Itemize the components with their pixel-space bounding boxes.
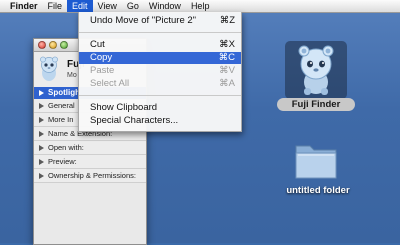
menu-item-copy[interactable]: Copy ⌘C (79, 52, 241, 64)
menu-finder[interactable]: Finder (0, 0, 43, 12)
menu-item-select-all-label: Select All (90, 78, 130, 89)
menu-item-show-clipboard[interactable]: Show Clipboard (79, 102, 241, 114)
menu-edit[interactable]: Edit (67, 0, 93, 12)
menu-item-paste[interactable]: Paste ⌘V (79, 65, 241, 77)
menu-item-show-clipboard-label: Show Clipboard (90, 102, 158, 113)
fuji-app-icon (40, 56, 58, 81)
section-label: General (48, 101, 75, 110)
section-label: Preview: (48, 157, 77, 166)
info-file-kind: Mo (67, 72, 77, 79)
menu-item-cut-shortcut: ⌘X (219, 39, 235, 50)
disclosure-triangle-icon[interactable] (39, 131, 44, 137)
section-label: Open with: (48, 143, 84, 152)
menu-item-select-all[interactable]: Select All ⌘A (79, 78, 241, 90)
menu-item-undo-label: Undo Move of "Picture 2" (90, 15, 197, 26)
section-ownership-permissions[interactable]: Ownership & Permissions: (34, 169, 146, 183)
section-open-with[interactable]: Open with: (34, 141, 146, 155)
menu-help[interactable]: Help (186, 0, 215, 12)
close-button[interactable] (38, 41, 46, 49)
menu-view[interactable]: View (93, 0, 122, 12)
section-preview[interactable]: Preview: (34, 155, 146, 169)
disclosure-triangle-icon[interactable] (39, 173, 44, 179)
fuji-finder-app-icon (298, 45, 334, 95)
menu-item-paste-shortcut: ⌘V (219, 65, 235, 76)
menu-item-cut[interactable]: Cut ⌘X (79, 39, 241, 51)
desktop-icon-label[interactable]: Fuji Finder (277, 98, 355, 111)
menu-window[interactable]: Window (144, 0, 186, 12)
desktop-icon-label[interactable]: untitled folder (268, 185, 368, 196)
zoom-button[interactable] (60, 41, 68, 49)
menu-item-special-characters-label: Special Characters... (90, 115, 179, 126)
menu-separator (79, 32, 241, 33)
folder-icon[interactable] (292, 138, 340, 182)
menu-file[interactable]: File (43, 0, 68, 12)
menu-separator (79, 95, 241, 96)
menu-item-paste-label: Paste (90, 65, 115, 76)
desktop-icon-fuji-finder[interactable] (285, 41, 347, 99)
section-label: Ownership & Permissions: (48, 171, 136, 180)
menu-item-special-characters[interactable]: Special Characters... (79, 115, 241, 127)
edit-menu-dropdown: Undo Move of "Picture 2" ⌘Z Cut ⌘X Copy … (78, 12, 242, 132)
disclosure-triangle-icon[interactable] (39, 117, 44, 123)
disclosure-triangle-icon[interactable] (39, 159, 44, 165)
section-label: Spotligh (48, 88, 80, 97)
minimize-button[interactable] (49, 41, 57, 49)
section-label: More In (48, 115, 74, 124)
menu-item-undo[interactable]: Undo Move of "Picture 2" ⌘Z (79, 15, 241, 27)
menu-item-select-all-shortcut: ⌘A (219, 78, 235, 89)
menu-item-cut-label: Cut (90, 39, 105, 50)
menu-item-copy-label: Copy (90, 52, 113, 63)
menu-item-copy-shortcut: ⌘C (218, 52, 235, 63)
disclosure-triangle-icon[interactable] (39, 145, 44, 151)
menu-go[interactable]: Go (122, 0, 144, 12)
disclosure-triangle-icon[interactable] (39, 90, 44, 96)
disclosure-triangle-icon[interactable] (39, 103, 44, 109)
menu-item-undo-shortcut: ⌘Z (219, 15, 235, 26)
